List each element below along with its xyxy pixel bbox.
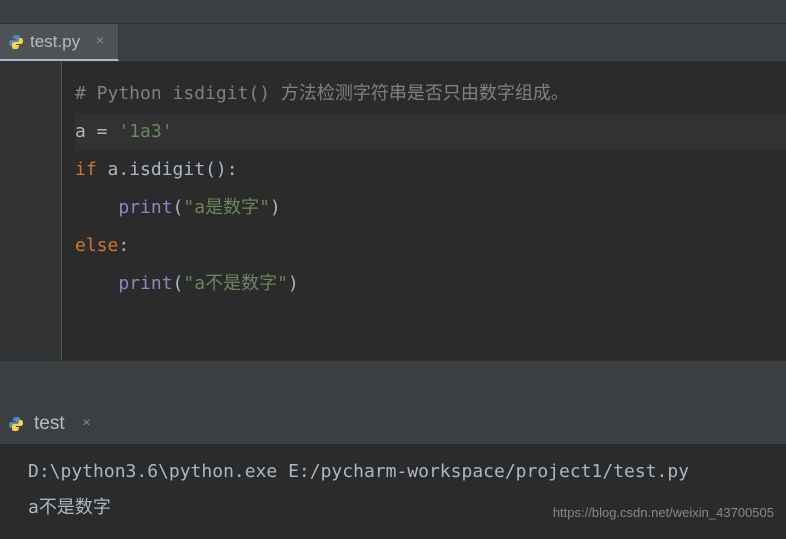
- close-icon[interactable]: ×: [79, 416, 95, 432]
- watermark-text: https://blog.csdn.net/weixin_43700505: [553, 495, 774, 531]
- code-line: print("a不是数字"): [75, 265, 786, 303]
- top-toolbar: [0, 0, 786, 24]
- code-line: else:: [75, 227, 786, 265]
- python-file-icon: [8, 34, 24, 50]
- python-run-icon: [8, 416, 24, 432]
- code-line: # Python isdigit() 方法检测字符串是否只由数字组成。: [75, 75, 786, 113]
- tab-label: test.py: [30, 32, 80, 52]
- code-line: a = '1a3': [75, 113, 786, 151]
- editor-gutter: [0, 62, 62, 360]
- console-line: D:\python3.6\python.exe E:/pycharm-works…: [28, 454, 786, 490]
- console-output[interactable]: D:\python3.6\python.exe E:/pycharm-works…: [0, 444, 786, 539]
- editor-tabs-bar: test.py ×: [0, 24, 786, 62]
- run-panel-header: test ×: [0, 404, 786, 444]
- code-line: if a.isdigit():: [75, 151, 786, 189]
- file-tab[interactable]: test.py ×: [0, 24, 119, 61]
- code-editor[interactable]: # Python isdigit() 方法检测字符串是否只由数字组成。 a = …: [0, 62, 786, 360]
- code-line: print("a是数字"): [75, 189, 786, 227]
- run-tab[interactable]: test ×: [4, 404, 105, 444]
- run-config-label: test: [34, 413, 65, 435]
- editor-status-area: [0, 360, 786, 404]
- code-content[interactable]: # Python isdigit() 方法检测字符串是否只由数字组成。 a = …: [62, 62, 786, 360]
- close-icon[interactable]: ×: [92, 34, 108, 50]
